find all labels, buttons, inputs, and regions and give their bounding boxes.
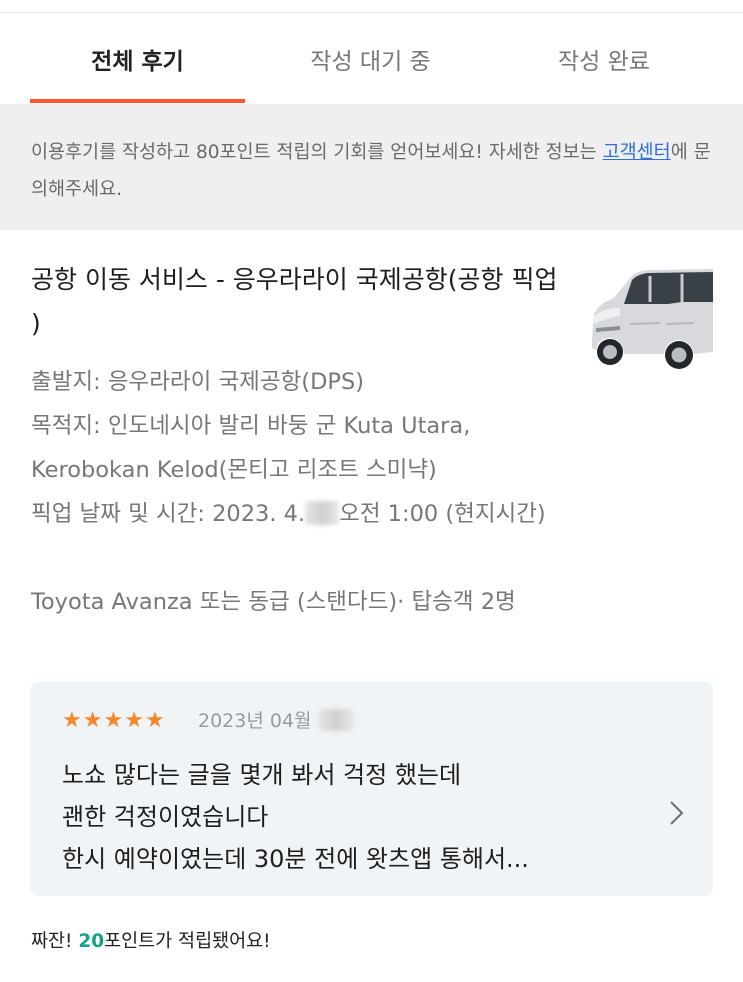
review-line: 괜한 걱정이였습니다: [62, 803, 269, 831]
blurred-day: [305, 501, 340, 525]
tab-completed-reviews[interactable]: 작성 완료: [500, 13, 708, 104]
tab-all-reviews[interactable]: 전체 후기: [30, 13, 245, 104]
points-prefix: 짜잔!: [31, 931, 79, 952]
star-rating: ★ ★ ★ ★ ★: [62, 708, 165, 734]
pickup-date-label: 픽업 날짜 및 시간: 2023. 4.: [31, 501, 306, 527]
review-card[interactable]: ★ ★ ★ ★ ★ 2023년 04월 노쇼 많다는 글을 몇개 봐서 걱정 했…: [30, 682, 713, 896]
star-icon: ★: [103, 708, 124, 733]
review-text: 노쇼 많다는 글을 몇개 봐서 걱정 했는데 괜한 걱정이였습니다 한시 예약이…: [62, 754, 652, 880]
review-date-text: 2023년 04월: [198, 710, 312, 732]
points-suffix: 포인트가 적립됐어요!: [104, 931, 271, 952]
tab-pending-reviews[interactable]: 작성 대기 중: [268, 13, 473, 104]
notice-text: 이용후기를 작성하고 80포인트 적립의 기회를 얻어보세요! 자세한 정보는: [31, 142, 603, 163]
review-line: 노쇼 많다는 글을 몇개 봐서 걱정 했는데: [62, 761, 462, 789]
star-icon: ★: [82, 708, 103, 733]
points-earned-message: 짜잔! 20포인트가 적립됐어요!: [31, 928, 271, 956]
star-icon: ★: [144, 708, 165, 733]
blurred-date: [317, 709, 354, 731]
review-date: 2023년 04월: [198, 709, 354, 733]
star-icon: ★: [62, 708, 82, 733]
star-icon: ★: [124, 708, 144, 733]
review-line: 한시 예약이였는데 30분 전에 왓츠앱 통해서...: [62, 845, 529, 873]
chevron-right-icon[interactable]: [664, 799, 688, 827]
customer-center-link[interactable]: 고객센터: [603, 142, 671, 163]
departure-info: 출발지: 응우라라이 국제공항(DPS): [31, 369, 365, 395]
review-tabs: 전체 후기 작성 대기 중 작성 완료: [0, 13, 743, 104]
points-notice-banner: 이용후기를 작성하고 80포인트 적립의 기회를 얻어보세요! 자세한 정보는 …: [0, 104, 743, 230]
destination-info: 목적지: 인도네시아 발리 바둥 군 Kuta Utara, Kerobokan…: [31, 413, 471, 483]
product-title[interactable]: 공항 이동 서비스 - 응우라라이 국제공항(공항 픽업 ): [31, 258, 561, 346]
active-tab-indicator: [30, 99, 245, 103]
pickup-time-value: 오전 1:00 (현지시간): [339, 501, 546, 527]
vehicle-info: Toyota Avanza 또는 동급 (스탠다드)· 탑승객 2명: [31, 589, 516, 615]
points-amount: 20: [78, 931, 105, 952]
pickup-time-info: 픽업 날짜 및 시간: 2023. 4. 오전 1:00 (현지시간): [31, 492, 571, 536]
car-photo[interactable]: [590, 268, 713, 373]
